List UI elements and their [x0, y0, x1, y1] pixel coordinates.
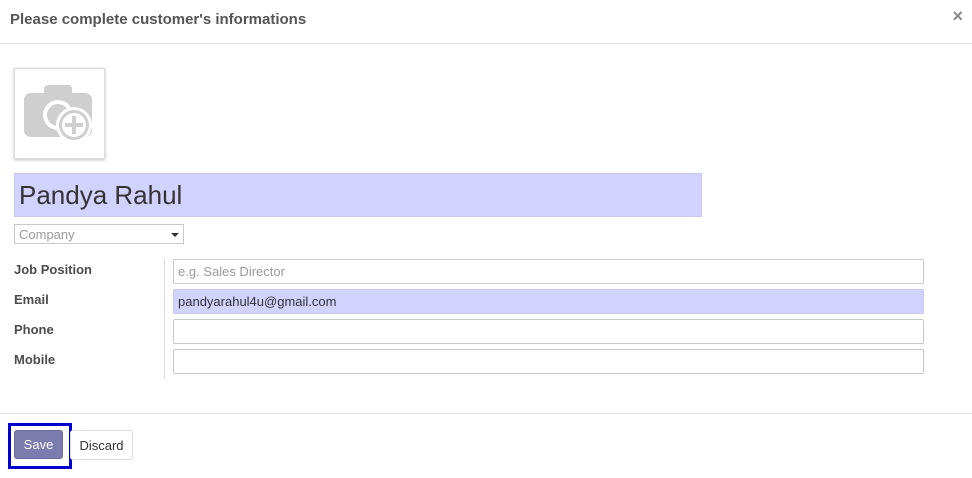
mobile-label: Mobile — [14, 352, 56, 367]
save-button[interactable]: Save — [14, 430, 63, 459]
mobile-input[interactable] — [173, 349, 924, 374]
close-icon[interactable]: × — [952, 6, 963, 26]
company-select-placeholder: Company — [19, 227, 75, 242]
label-divider — [164, 259, 165, 379]
discard-button[interactable]: Discard — [70, 430, 133, 460]
dialog-header: Please complete customer's informations … — [0, 0, 972, 44]
company-select[interactable]: Company — [14, 224, 184, 244]
avatar-upload[interactable] — [14, 68, 105, 159]
caret-down-icon — [171, 233, 179, 237]
customer-name-input[interactable] — [14, 173, 702, 217]
job-position-label: Job Position — [14, 262, 92, 277]
camera-plus-icon — [24, 85, 92, 143]
footer-divider — [0, 413, 972, 414]
customer-info-dialog: Please complete customer's informations … — [0, 0, 972, 478]
phone-label: Phone — [14, 322, 54, 337]
dialog-title: Please complete customer's informations — [10, 11, 307, 28]
job-position-input[interactable] — [173, 259, 924, 284]
phone-input[interactable] — [173, 319, 924, 344]
email-input[interactable] — [173, 289, 924, 314]
email-label: Email — [14, 292, 49, 307]
save-button-focus-ring: Save — [8, 423, 72, 469]
